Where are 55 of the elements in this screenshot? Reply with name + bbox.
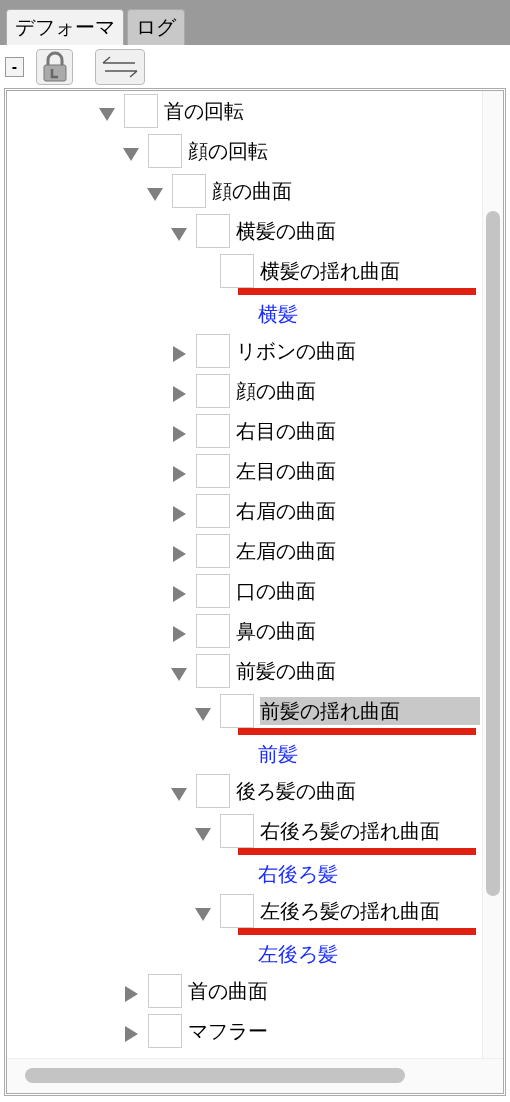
thumbnail-frame xyxy=(220,894,254,928)
tree-item-label[interactable]: 首の回転 xyxy=(164,97,248,125)
tree-item-label[interactable]: 右目の曲面 xyxy=(236,417,340,445)
tree-item-label[interactable]: 右眉の曲面 xyxy=(236,497,340,525)
tree-item-label[interactable]: リボンの曲面 xyxy=(236,337,360,365)
thumbnail-frame xyxy=(196,334,230,368)
thumbnail-frame xyxy=(196,214,230,248)
swap-button[interactable] xyxy=(95,48,145,85)
tree-item-label[interactable]: 前髪の曲面 xyxy=(236,657,340,685)
tree-item-label[interactable]: マフラー xyxy=(188,1017,272,1045)
tab[interactable]: ログ xyxy=(127,9,185,45)
tree-item-label[interactable]: 左後ろ髪の揺れ曲面 xyxy=(260,897,444,925)
tree-item-label[interactable]: 顔の回転 xyxy=(188,137,272,165)
tree-item-label[interactable]: 顔の曲面 xyxy=(236,377,320,405)
scrollbar-thumb[interactable] xyxy=(25,1068,405,1083)
thumbnail-frame xyxy=(124,94,158,128)
thumbnail-frame xyxy=(196,454,230,488)
thumbnail-frame xyxy=(196,494,230,528)
lock-icon xyxy=(40,50,69,83)
thumbnail-frame xyxy=(220,694,254,728)
tree-item-label[interactable]: 横髪の曲面 xyxy=(236,217,340,245)
link-label[interactable]: 前髪 xyxy=(258,740,298,768)
thumbnail-frame xyxy=(220,814,254,848)
thumbnail-frame xyxy=(148,1014,182,1048)
tree-item-label[interactable]: 右後ろ髪の揺れ曲面 xyxy=(260,817,444,845)
thumbnail-frame xyxy=(148,974,182,1008)
scrollbar-thumb[interactable] xyxy=(486,211,500,896)
thumbnail-frame xyxy=(196,614,230,648)
horizontal-scrollbar[interactable] xyxy=(7,1058,503,1093)
thumbnail-frame xyxy=(148,134,182,168)
thumbnail-frame xyxy=(196,374,230,408)
tree-item-label[interactable]: 横髪の揺れ曲面 xyxy=(260,257,404,285)
tree-item-label[interactable]: 左眉の曲面 xyxy=(236,537,340,565)
tab[interactable]: デフォーマ xyxy=(6,9,124,45)
link-label[interactable]: 左後ろ髪 xyxy=(258,940,338,968)
tree-item-label[interactable]: 前髪の揺れ曲面 xyxy=(260,697,480,725)
tree-item-label[interactable]: 口の曲面 xyxy=(236,577,320,605)
tree-item-label[interactable]: 左目の曲面 xyxy=(236,457,340,485)
vertical-scrollbar[interactable] xyxy=(482,91,503,1059)
collapse-button[interactable]: - xyxy=(5,56,24,77)
lock-button[interactable] xyxy=(36,48,73,85)
thumbnail-frame xyxy=(196,414,230,448)
thumbnail-frame xyxy=(196,574,230,608)
thumbnail-frame xyxy=(196,774,230,808)
tree-item-label[interactable]: 顔の曲面 xyxy=(212,177,296,205)
thumbnail-frame xyxy=(220,254,254,288)
swap-arrows-icon xyxy=(101,54,139,79)
link-label[interactable]: 横髪 xyxy=(258,300,298,328)
link-label[interactable]: 右後ろ髪 xyxy=(258,860,338,888)
tree-item-label[interactable]: 首の曲面 xyxy=(188,977,272,1005)
thumbnail-frame xyxy=(196,534,230,568)
tree-item-label[interactable]: 後ろ髪の曲面 xyxy=(236,777,360,805)
tree-item-label[interactable]: 鼻の曲面 xyxy=(236,617,320,645)
thumbnail-frame xyxy=(172,174,206,208)
thumbnail-frame xyxy=(196,654,230,688)
